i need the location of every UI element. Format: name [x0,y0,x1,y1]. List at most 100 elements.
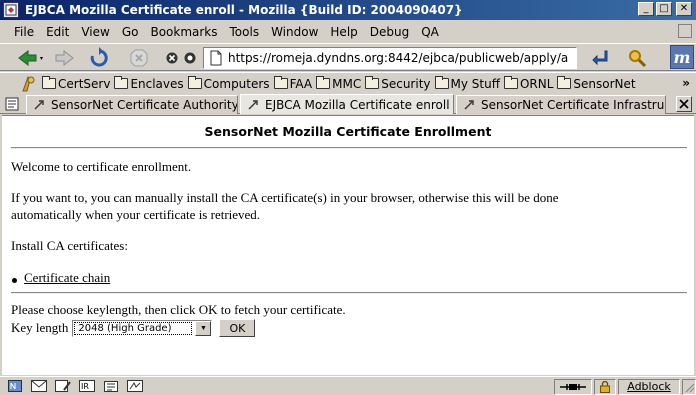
mail-icon[interactable] [30,379,48,393]
bookmark-label: Security [381,76,431,91]
tab-sensornet-infrastructure[interactable]: SensorNet Certificate Infrastru [456,95,666,114]
status-bar: IR Adblock [0,376,696,395]
ok-button[interactable]: OK [219,319,256,337]
menu-go[interactable]: Go [116,25,145,39]
bookmarks-overflow-button[interactable]: » [682,76,690,90]
tab-sensornet-ca[interactable]: SensorNet Certificate Authority [26,95,238,114]
search-icon [629,50,647,68]
tab-label: EJBCA Mozilla Certificate enroll [265,97,450,112]
choose-keylength-text: Please choose keylength, then click OK t… [11,302,346,317]
folder-icon [42,76,56,89]
record-icon [184,52,196,64]
page-title: SensorNet Mozilla Certificate Enrollment [204,124,492,139]
record-button[interactable] [182,47,198,69]
bookmark-label: My Stuff [450,76,500,91]
install-text-line1: If you want to, you can manually install… [11,190,559,205]
stop-button[interactable] [126,47,152,69]
bookmark-certserv[interactable]: CertServ [42,76,110,91]
go-button[interactable] [588,47,614,69]
reload-icon [90,47,108,67]
menu-window[interactable]: Window [265,25,324,39]
divider [11,147,687,149]
menu-tools[interactable]: Tools [224,25,266,39]
tab-ejbca-enroll[interactable]: EJBCA Mozilla Certificate enroll [240,94,454,114]
keylength-row: Key length 2048 (High Grade) ▼ OK [11,319,256,337]
mozilla-app-icon[interactable] [3,2,19,18]
reload-button[interactable] [86,47,112,69]
chevron-down-icon[interactable]: ▼ [195,320,212,336]
folder-icon [434,76,449,89]
folder-icon [316,76,331,89]
bookmark-computers[interactable]: Computers [187,76,270,91]
certificate-chain-link[interactable]: Certificate chain [24,270,110,286]
menu-debug[interactable]: Debug [364,25,415,39]
close-window-button[interactable]: ✕ [676,2,692,16]
bookmark-label: FAA [289,76,313,91]
url-bar[interactable]: https://romeja.dyndns.org:8442/ejbca/pub… [203,47,577,69]
mozilla-logo-icon[interactable]: m [670,45,694,69]
close-x-icon [166,52,178,64]
close-x-button[interactable] [164,47,180,69]
bookmark-security[interactable]: Security [365,76,431,91]
bookmark-faa[interactable]: FAA [273,76,313,91]
install-ca-label: Install CA certificates: [11,238,128,253]
throbber-icon [678,24,692,38]
menu-view[interactable]: View [75,25,115,39]
window-titlebar: EJBCA Mozilla Certificate enroll - Mozil… [0,0,696,20]
back-arrow-icon [18,49,43,67]
window-title: EJBCA Mozilla Certificate enroll - Mozil… [25,3,463,17]
security-status[interactable] [594,378,616,395]
close-tab-button[interactable] [676,96,692,112]
divider [11,292,687,294]
url-text[interactable]: https://romeja.dyndns.org:8442/ejbca/pub… [228,51,568,65]
folder-icon [273,76,288,89]
forward-button[interactable] [52,47,78,69]
bookmark-label: Computers [203,76,270,91]
folder-icon [114,76,129,89]
debug-icon[interactable] [126,379,144,393]
page-content: SensorNet Mozilla Certificate Enrollment… [2,115,694,375]
resize-grip-icon [685,383,695,392]
connection-status [554,378,592,395]
welcome-text: Welcome to certificate enrollment. [11,159,192,174]
bookmark-ornl[interactable]: ORNL [503,76,554,91]
menu-bookmarks[interactable]: Bookmarks [144,25,223,39]
minimize-button[interactable]: _ [638,2,654,16]
svg-text:IR: IR [81,382,89,391]
folder-icon [503,76,518,89]
menu-qa[interactable]: QA [415,25,445,39]
bookmark-my-stuff[interactable]: My Stuff [434,76,500,91]
chat-icon[interactable]: IR [78,379,96,393]
menu-file[interactable]: File [8,25,40,39]
maximize-button[interactable]: □ [656,2,672,16]
bookmark-enclaves[interactable]: Enclaves [114,76,184,91]
list-bullet [12,278,17,283]
bookmark-label: SensorNet [573,76,636,91]
go-arrow-icon [592,50,608,66]
home-button[interactable] [14,74,42,94]
navigation-toolbar: https://romeja.dyndns.org:8442/ejbca/pub… [0,43,696,71]
bookmark-sensornet[interactable]: SensorNet [557,76,636,91]
folder-icon [365,76,380,89]
menu-help[interactable]: Help [324,25,363,39]
bookmark-mmc[interactable]: MMC [316,76,361,91]
page-icon [248,99,258,109]
connection-icon [560,383,586,390]
navigator-icon[interactable] [6,379,24,393]
stop-icon [130,49,148,67]
lock-icon [600,380,610,393]
key-length-select[interactable]: 2048 (High Grade) ▼ [72,319,213,337]
bookmark-label: ORNL [519,76,554,91]
search-button[interactable] [624,47,650,69]
resize-grip[interactable] [682,378,696,395]
status-right-panel: Adblock [552,378,696,395]
page-icon [210,50,222,66]
composer-icon[interactable] [54,379,72,393]
bookmark-label: Enclaves [130,76,184,91]
back-button[interactable] [14,47,48,69]
address-book-icon[interactable] [102,379,120,393]
menu-edit[interactable]: Edit [40,25,75,39]
adblock-button[interactable]: Adblock [618,378,680,395]
tab-list-icon[interactable] [4,96,20,112]
page-icon [464,100,474,110]
